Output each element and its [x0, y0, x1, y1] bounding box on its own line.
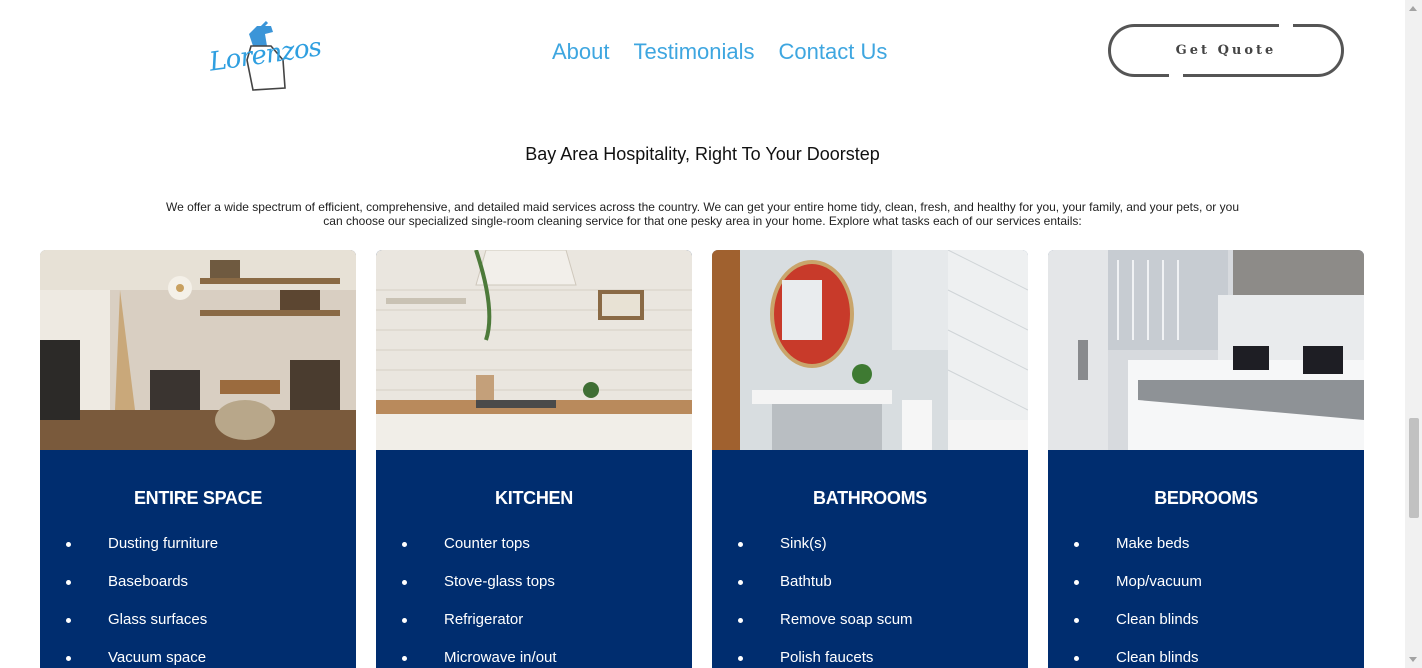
- bedroom-photo: [1048, 250, 1364, 450]
- list-item: Remove soap scum: [712, 610, 913, 648]
- card-title: BATHROOMS: [813, 488, 927, 508]
- task-list: Sink(s) Bathtub Remove soap scum Polish …: [712, 534, 913, 668]
- list-item: Bathtub: [712, 572, 913, 610]
- service-card-kitchen: KITCHEN Counter tops Stove-glass tops Re…: [376, 250, 692, 668]
- card-title: BEDROOMS: [1154, 488, 1258, 508]
- card-title: KITCHEN: [495, 488, 573, 508]
- list-item: Refrigerator: [376, 610, 557, 648]
- main-nav: About Testimonials Contact Us: [552, 38, 887, 66]
- card-title: ENTIRE SPACE: [133, 488, 263, 508]
- page-scrollbar[interactable]: [1405, 0, 1422, 668]
- list-item: Counter tops: [376, 534, 557, 572]
- section-headline: Bay Area Hospitality, Right To Your Door…: [525, 144, 880, 164]
- list-item: Stove-glass tops: [376, 572, 557, 610]
- task-list: Counter tops Stove-glass tops Refrigerat…: [376, 534, 557, 668]
- nav-testimonials[interactable]: Testimonials: [634, 38, 755, 66]
- living-room-photo: [40, 250, 356, 450]
- list-item: Baseboards: [40, 572, 218, 610]
- bathroom-photo: [712, 250, 1028, 450]
- task-list: Make beds Mop/vacuum Clean blinds Clean …: [1048, 534, 1202, 668]
- scrollbar-thumb[interactable]: [1409, 418, 1419, 518]
- kitchen-photo: [376, 250, 692, 450]
- logo[interactable]: Lorenzos: [205, 12, 323, 94]
- service-card-bathrooms: BATHROOMS Sink(s) Bathtub Remove soap sc…: [712, 250, 1028, 668]
- list-item: Glass surfaces: [40, 610, 218, 648]
- scroll-down-icon[interactable]: [1409, 657, 1417, 662]
- list-item: Clean blinds: [1048, 648, 1202, 668]
- service-card-entire-space: ENTIRE SPACE Dusting furniture Baseboard…: [40, 250, 356, 668]
- list-item: Polish faucets: [712, 648, 913, 668]
- get-quote-button[interactable]: Get Quote: [1108, 23, 1344, 78]
- task-list: Dusting furniture Baseboards Glass surfa…: [40, 534, 218, 668]
- list-item: Vacuum space: [40, 648, 218, 668]
- list-item: Sink(s): [712, 534, 913, 572]
- list-item: Mop/vacuum: [1048, 572, 1202, 610]
- list-item: Clean blinds: [1048, 610, 1202, 648]
- scroll-up-icon[interactable]: [1409, 6, 1417, 11]
- section-intro: We offer a wide spectrum of efficient, c…: [166, 200, 1239, 228]
- get-quote-label: Get Quote: [1175, 43, 1277, 58]
- list-item: Make beds: [1048, 534, 1202, 572]
- service-card-bedrooms: BEDROOMS Make beds Mop/vacuum Clean blin…: [1048, 250, 1364, 668]
- nav-about[interactable]: About: [552, 38, 610, 66]
- list-item: Dusting furniture: [40, 534, 218, 572]
- nav-contact-us[interactable]: Contact Us: [779, 38, 888, 66]
- list-item: Microwave in/out: [376, 648, 557, 668]
